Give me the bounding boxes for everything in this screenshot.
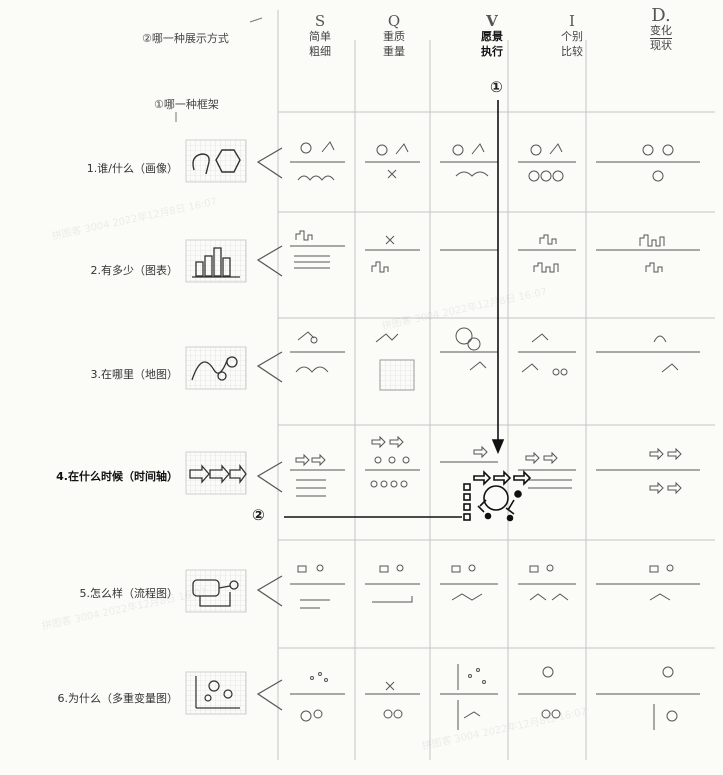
row-label-why: 6.为什么（多重变量图） (57, 692, 179, 705)
column-header-s: S 简单 粗细 (309, 12, 331, 59)
row-label-when: 4.在什么时候（时间轴） (56, 470, 178, 483)
marker-one: ① (490, 78, 503, 96)
highlighted-cell-drawing (463, 470, 532, 522)
row-label-who-what: 1.谁/什么（画像） (86, 162, 178, 175)
row-label-where: 3.在哪里（地图） (90, 368, 179, 381)
marker-two: ② (252, 506, 265, 524)
grid-lines (277, 10, 715, 760)
sketch-diagram (175, 10, 715, 760)
cell-sketches (290, 141, 700, 730)
annotation-arrows (284, 100, 505, 518)
row-icon-boxes (185, 139, 247, 715)
column-header-q: Q 重质 重量 (383, 12, 405, 59)
row-label-how-much: 2.有多少（图表） (90, 264, 179, 277)
column-header-i: I 个别 比较 (561, 12, 583, 59)
frame-question-label: ①哪一种框架 (154, 98, 219, 111)
column-header-v: V 愿景 执行 (481, 12, 503, 59)
column-header-d: D. 变化 现状 (650, 5, 672, 53)
row-label-how: 5.怎么样（流程图） (79, 587, 179, 600)
mode-question-label: ②哪一种展示方式 (142, 32, 229, 45)
